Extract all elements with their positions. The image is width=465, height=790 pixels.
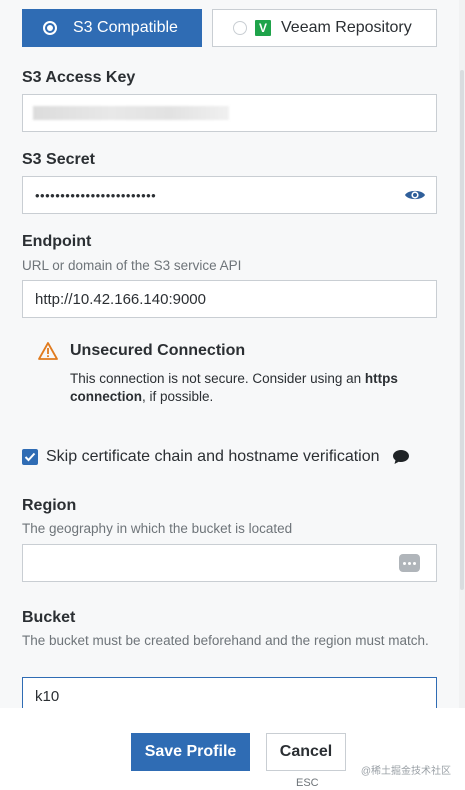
- veeam-repository-option[interactable]: V Veeam Repository: [212, 9, 437, 47]
- radio-unselected-icon: [233, 21, 247, 35]
- storage-type-toggle: S3 Compatible V Veeam Repository: [22, 9, 437, 47]
- veeam-logo-icon: V: [255, 20, 271, 36]
- endpoint-label: Endpoint: [22, 233, 92, 250]
- watermark: @稀土掘金技术社区: [360, 766, 451, 777]
- endpoint-input[interactable]: http://10.42.166.140:9000: [22, 280, 437, 318]
- bucket-value: k10: [35, 687, 60, 705]
- region-label: Region: [22, 497, 77, 514]
- radio-selected-icon: [43, 21, 57, 35]
- more-options-icon[interactable]: [399, 554, 420, 572]
- veeam-repository-label: Veeam Repository: [281, 19, 412, 36]
- skip-verification-checkbox[interactable]: [22, 449, 38, 465]
- secret-masked-value: ••••••••••••••••••••••••: [35, 187, 157, 203]
- warning-icon: [38, 342, 58, 360]
- region-input[interactable]: [22, 544, 437, 582]
- checkmark-icon: [24, 452, 36, 462]
- bucket-label: Bucket: [22, 609, 76, 626]
- cancel-button[interactable]: Cancel: [266, 733, 346, 771]
- bucket-help: The bucket must be created beforehand an…: [22, 633, 429, 648]
- save-profile-button[interactable]: Save Profile: [131, 733, 250, 771]
- access-key-input[interactable]: [22, 94, 437, 132]
- eye-icon[interactable]: [404, 188, 426, 202]
- info-comment-icon[interactable]: [392, 449, 410, 465]
- form-footer: Save Profile Cancel ESC @稀土掘金技术社区: [0, 708, 465, 790]
- region-help: The geography in which the bucket is loc…: [22, 521, 293, 536]
- warning-title: Unsecured Connection: [70, 342, 246, 359]
- s3-profile-form: S3 Compatible V Veeam Repository S3 Acce…: [0, 0, 465, 790]
- secret-label: S3 Secret: [22, 151, 95, 168]
- s3-compatible-option[interactable]: S3 Compatible: [22, 9, 202, 47]
- access-key-label: S3 Access Key: [22, 69, 136, 86]
- cancel-shortcut-hint: ESC: [296, 777, 319, 789]
- s3-compatible-label: S3 Compatible: [73, 19, 178, 36]
- secret-input[interactable]: ••••••••••••••••••••••••: [22, 176, 437, 214]
- skip-verification-label: Skip certificate chain and hostname veri…: [46, 448, 380, 465]
- warning-body: This connection is not secure. Consider …: [70, 371, 398, 404]
- access-key-redacted-value: [33, 106, 229, 120]
- endpoint-help: URL or domain of the S3 service API: [22, 258, 242, 273]
- scrollbar[interactable]: [459, 0, 465, 708]
- scrollbar-thumb[interactable]: [460, 70, 464, 590]
- endpoint-value: http://10.42.166.140:9000: [35, 290, 206, 308]
- skip-verification-row: Skip certificate chain and hostname veri…: [22, 448, 410, 466]
